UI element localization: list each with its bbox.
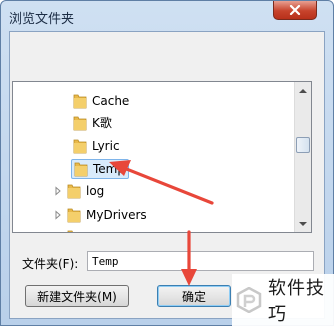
watermark-text: 软件技巧 (268, 278, 325, 325)
folder-icon (67, 208, 81, 223)
tree-item-lyric[interactable]: Lyric (73, 135, 120, 157)
tree-item-log[interactable]: log (53, 180, 104, 202)
tree-item-temp[interactable]: Temp (71, 158, 129, 180)
vertical-scrollbar[interactable] (294, 82, 311, 232)
tree-item-label: log (86, 184, 105, 198)
tree-item-label: Lyric (92, 139, 120, 153)
folder-tree[interactable]: Cache K歌 Lyric Temp log MyDrivers (12, 81, 312, 233)
scroll-up-button[interactable] (295, 82, 311, 99)
close-button[interactable] (273, 1, 317, 20)
ok-button[interactable]: 确定 (157, 285, 231, 307)
arrow-down-icon (299, 221, 307, 226)
tree-item-partial[interactable] (53, 226, 81, 233)
folder-input[interactable]: Temp (87, 251, 314, 271)
folder-icon (67, 230, 73, 232)
selection-highlight: Temp (71, 159, 129, 179)
folder-icon (73, 94, 87, 109)
title-bar[interactable]: 浏览文件夹 (1, 1, 333, 31)
close-icon (289, 5, 301, 15)
folder-icon (67, 184, 81, 199)
tree-item-label: K歌 (92, 116, 112, 130)
folder-icon (73, 116, 87, 131)
scroll-down-button[interactable] (295, 215, 311, 232)
dialog-title: 浏览文件夹 (9, 12, 75, 27)
folder-icon (73, 139, 87, 154)
tree-item-mydrivers[interactable]: MyDrivers (53, 204, 147, 226)
scroll-thumb[interactable] (296, 137, 310, 153)
watermark-logo-icon (236, 286, 262, 314)
arrow-up-icon (299, 88, 307, 93)
tree-item-kge[interactable]: K歌 (73, 112, 112, 134)
expand-arrow-icon[interactable] (53, 186, 63, 196)
folder-icon (74, 162, 88, 177)
tree-item-label: MyDrivers (86, 208, 147, 222)
tree-item-cache[interactable]: Cache (73, 90, 129, 112)
expand-arrow-icon[interactable] (53, 232, 63, 233)
new-folder-button[interactable]: 新建文件夹(M) (25, 285, 129, 307)
folder-field-label: 文件夹(F): (22, 257, 79, 271)
tree-item-label: Temp (93, 162, 125, 176)
expand-arrow-icon[interactable] (53, 210, 63, 220)
tree-item-label: Cache (92, 94, 130, 108)
watermark: 软件技巧 (232, 274, 334, 326)
